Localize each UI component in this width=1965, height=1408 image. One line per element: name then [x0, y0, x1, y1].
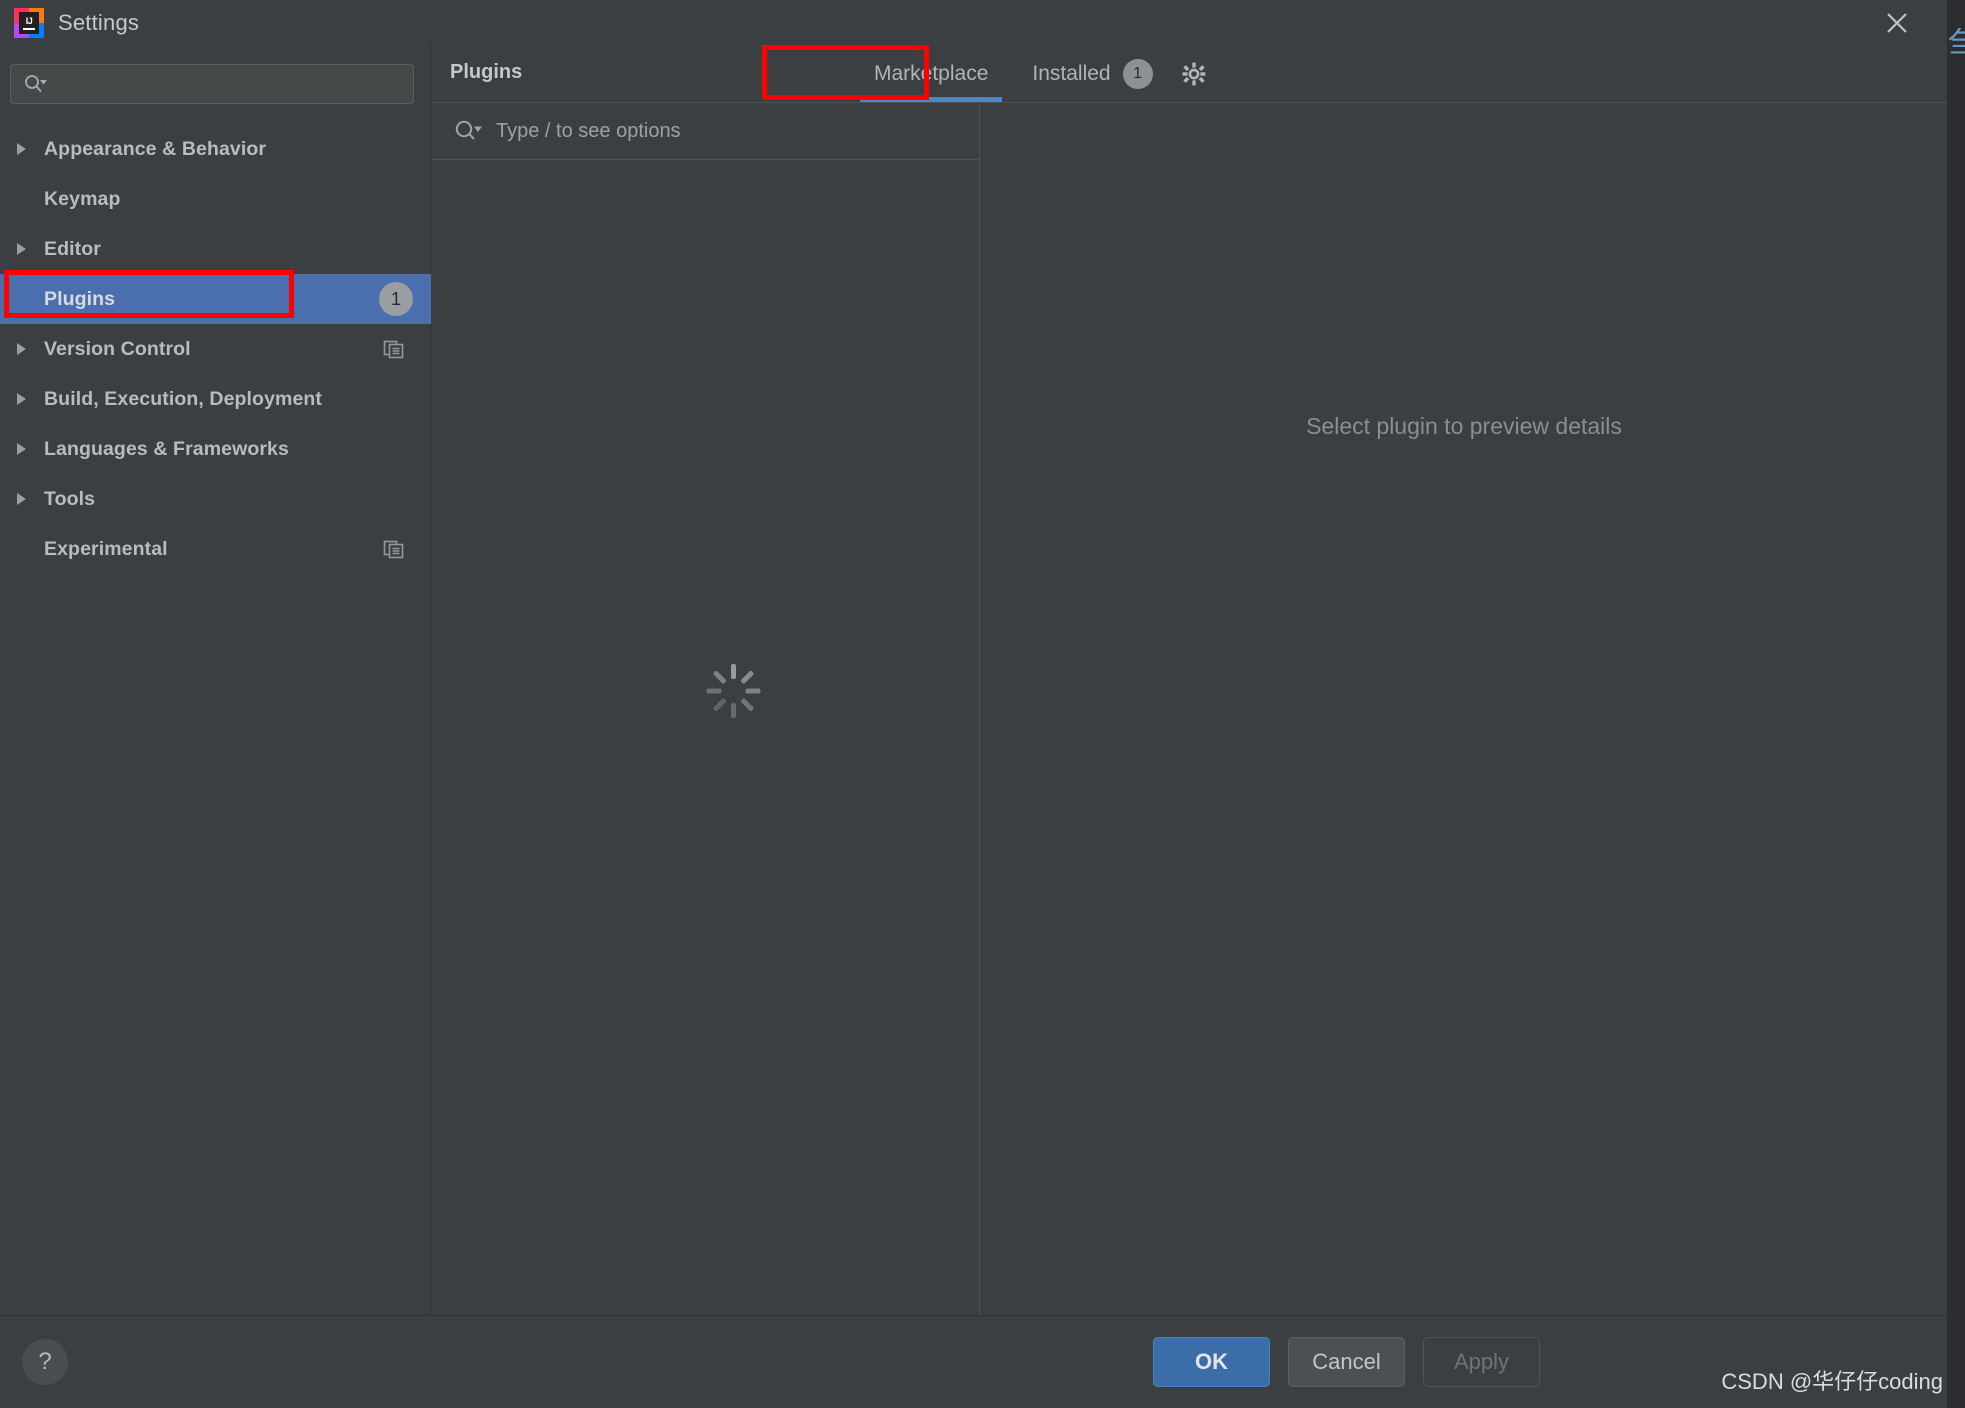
sidebar-item-plugins[interactable]: Plugins 1: [0, 274, 431, 324]
csdn-watermark: CSDN @华仔仔coding: [1721, 1369, 1943, 1394]
sidebar-item-label: Tools: [44, 487, 96, 510]
sidebar-item-tools[interactable]: Tools: [0, 474, 431, 524]
dialog-footer: ? OK Cancel Apply: [0, 1315, 1947, 1408]
chevron-right-icon[interactable]: [0, 441, 44, 457]
page-title: Plugins: [450, 61, 523, 83]
chevron-right-icon[interactable]: [0, 391, 44, 407]
chevron-right-icon[interactable]: [0, 341, 44, 357]
cancel-button[interactable]: Cancel: [1288, 1337, 1405, 1387]
chevron-right-icon[interactable]: [0, 141, 44, 157]
settings-dialog: 刍 IJ Settings Appearance & Behavior Keym…: [0, 0, 1965, 1408]
sidebar-item-version-control[interactable]: Version Control: [0, 324, 431, 374]
apply-button: Apply: [1423, 1337, 1540, 1387]
ok-button[interactable]: OK: [1153, 1337, 1270, 1387]
background-window-glyph: 刍: [1947, 28, 1965, 60]
close-icon[interactable]: [1865, 0, 1929, 46]
settings-sidebar: Appearance & Behavior Keymap Editor Plug…: [0, 46, 431, 1315]
tab-label: Installed: [1032, 62, 1111, 85]
copy-settings-icon: [383, 338, 405, 360]
search-input[interactable]: [49, 74, 413, 94]
sidebar-item-label: Experimental: [44, 537, 168, 560]
settings-search-box[interactable]: [10, 64, 414, 104]
sidebar-item-appearance-behavior[interactable]: Appearance & Behavior: [0, 124, 431, 174]
plugin-search-input[interactable]: [484, 119, 979, 143]
sidebar-item-label: Appearance & Behavior: [44, 137, 267, 160]
tab-marketplace[interactable]: Marketplace: [852, 46, 1010, 102]
background-window-strip: 刍: [1947, 0, 1965, 1408]
loading-spinner-icon: [705, 663, 761, 719]
sidebar-item-label: Editor: [44, 237, 101, 260]
search-icon: [23, 74, 49, 94]
dialog-title-bar: IJ Settings: [0, 0, 1947, 46]
gear-icon[interactable]: [1177, 57, 1211, 91]
sidebar-item-label: Keymap: [44, 187, 121, 210]
installed-count-badge: 1: [1122, 59, 1153, 89]
plugin-detail-pane: Select plugin to preview details: [981, 102, 1947, 1315]
sidebar-item-languages-frameworks[interactable]: Languages & Frameworks: [0, 424, 431, 474]
plugins-content-panel: Plugins Marketplace Installed 1 Type / t…: [432, 46, 1947, 1315]
plugins-header: Plugins Marketplace Installed 1: [432, 46, 1947, 102]
sidebar-item-label: Version Control: [44, 337, 191, 360]
logo-letters: IJ: [25, 15, 33, 26]
sidebar-item-label: Build, Execution, Deployment: [44, 387, 322, 410]
tab-label: Marketplace: [874, 62, 989, 85]
intellij-idea-logo-icon: IJ: [14, 8, 44, 38]
help-button[interactable]: ?: [22, 1339, 68, 1385]
sidebar-item-editor[interactable]: Editor: [0, 224, 431, 274]
plugins-tab-bar: Marketplace Installed 1: [852, 46, 1175, 102]
sidebar-item-build-execution-deployment[interactable]: Build, Execution, Deployment: [0, 374, 431, 424]
sidebar-item-keymap[interactable]: Keymap: [0, 174, 431, 224]
search-icon: [454, 119, 484, 143]
settings-category-tree: Appearance & Behavior Keymap Editor Plug…: [0, 124, 431, 574]
tab-installed[interactable]: Installed 1: [1010, 46, 1174, 102]
copy-settings-icon: [383, 538, 405, 560]
chevron-right-icon[interactable]: [0, 241, 44, 257]
sidebar-item-experimental[interactable]: Experimental: [0, 524, 431, 574]
chevron-right-icon[interactable]: [0, 491, 44, 507]
sidebar-item-label: Plugins: [44, 287, 116, 310]
dialog-title: Settings: [58, 10, 140, 35]
sidebar-item-label: Languages & Frameworks: [44, 437, 289, 460]
detail-placeholder-text: Select plugin to preview details: [1306, 413, 1622, 439]
plugin-list-pane: [432, 102, 980, 1315]
plugin-search-box[interactable]: [432, 103, 979, 160]
status-badge: 1: [379, 282, 413, 316]
